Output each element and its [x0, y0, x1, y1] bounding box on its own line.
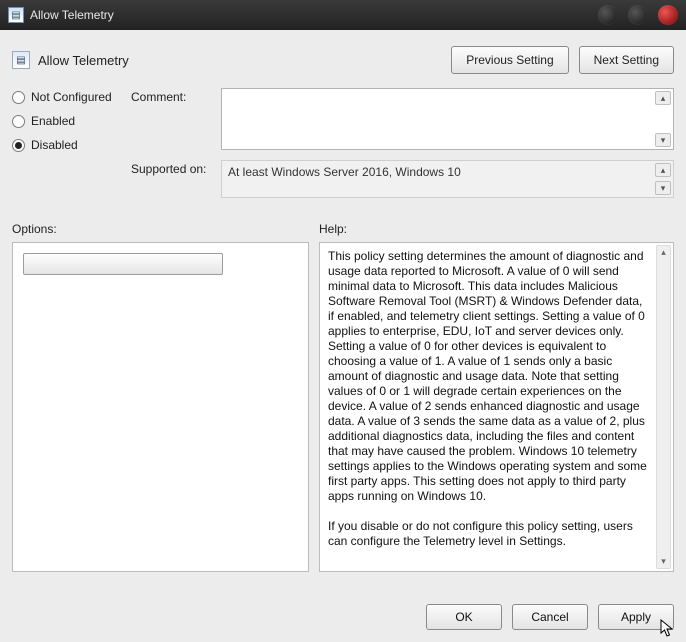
radio-label: Disabled [31, 138, 78, 152]
options-panel [12, 242, 309, 572]
help-panel: This policy setting determines the amoun… [319, 242, 674, 572]
scroll-up-icon[interactable]: ▴ [657, 247, 670, 258]
cancel-button[interactable]: Cancel [512, 604, 588, 630]
radio-icon [12, 91, 25, 104]
state-column: Not Configured Enabled Disabled [12, 88, 117, 208]
upper-section: Not Configured Enabled Disabled Comment:… [12, 88, 674, 208]
content-area: ▤ Allow Telemetry Previous Setting Next … [0, 30, 686, 640]
scroll-up-icon[interactable]: ▴ [655, 163, 671, 177]
help-scrollbar[interactable]: ▴ ▾ [656, 245, 671, 569]
section-labels: Options: Help: [12, 222, 674, 236]
supported-on-value: At least Windows Server 2016, Windows 10 [228, 165, 461, 179]
options-dropdown[interactable] [23, 253, 223, 275]
help-section-label: Help: [319, 222, 347, 236]
help-text: This policy setting determines the amoun… [324, 247, 669, 551]
options-section-label: Options: [12, 222, 319, 236]
policy-icon: ▤ [12, 51, 30, 69]
supported-label: Supported on: [131, 160, 221, 176]
radio-not-configured[interactable]: Not Configured [12, 90, 117, 104]
apply-button[interactable]: Apply [598, 604, 674, 630]
comment-label: Comment: [131, 88, 221, 104]
maximize-button[interactable] [628, 5, 648, 25]
app-icon: ▤ [8, 7, 24, 23]
radio-label: Enabled [31, 114, 75, 128]
header-row: ▤ Allow Telemetry Previous Setting Next … [12, 40, 674, 88]
minimize-button[interactable] [598, 5, 618, 25]
fields-column: Comment: ▴ ▾ Supported on: At least Wind… [131, 88, 674, 208]
window-title: Allow Telemetry [30, 8, 114, 22]
scroll-up-icon[interactable]: ▴ [655, 91, 671, 105]
ok-button[interactable]: OK [426, 604, 502, 630]
radio-icon [12, 139, 25, 152]
footer: OK Cancel Apply [12, 592, 674, 630]
radio-label: Not Configured [31, 90, 112, 104]
previous-setting-button[interactable]: Previous Setting [451, 46, 568, 74]
radio-icon [12, 115, 25, 128]
titlebar[interactable]: ▤ Allow Telemetry [0, 0, 686, 30]
next-setting-button[interactable]: Next Setting [579, 46, 674, 74]
panels: This policy setting determines the amoun… [12, 242, 674, 592]
scroll-down-icon[interactable]: ▾ [655, 181, 671, 195]
supported-on-field: At least Windows Server 2016, Windows 10… [221, 160, 674, 198]
radio-enabled[interactable]: Enabled [12, 114, 117, 128]
scroll-down-icon[interactable]: ▾ [657, 556, 670, 567]
comment-row: Comment: ▴ ▾ [131, 88, 674, 150]
radio-disabled[interactable]: Disabled [12, 138, 117, 152]
close-button[interactable] [658, 5, 678, 25]
page-title: Allow Telemetry [38, 53, 129, 68]
scroll-down-icon[interactable]: ▾ [655, 133, 671, 147]
comment-input[interactable]: ▴ ▾ [221, 88, 674, 150]
supported-row: Supported on: At least Windows Server 20… [131, 160, 674, 198]
